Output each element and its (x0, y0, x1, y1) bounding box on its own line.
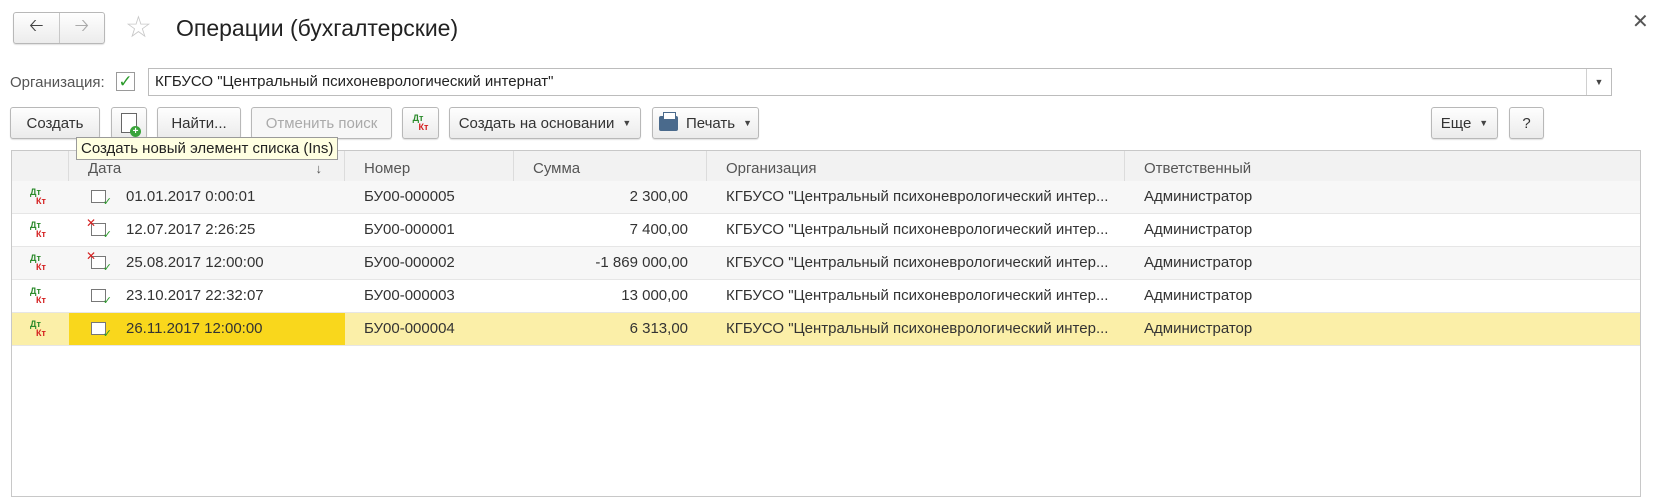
cell-responsible: Администратор (1144, 287, 1253, 304)
more-label: Еще (1440, 114, 1472, 132)
navigation-buttons: 🡠 🡢 (13, 12, 105, 44)
back-button[interactable]: 🡠 (14, 13, 59, 43)
create-based-on-button[interactable]: Создать на основании ▼ (449, 107, 641, 139)
printer-icon (658, 111, 678, 131)
cell-organization: КГБУСО "Центральный психоневрологический… (726, 221, 1109, 238)
org-filter-checkbox[interactable]: ✓ (116, 72, 135, 91)
cell-date: 25.08.2017 12:00:00 (126, 254, 264, 271)
create-button[interactable]: Создать (10, 107, 100, 139)
cell-organization: КГБУСО "Центральный психоневрологический… (726, 254, 1109, 271)
print-label: Печать (685, 114, 736, 132)
table-row[interactable]: Дт Кт ✓ 23.10.2017 22:32:07 БУ00-000003 1… (12, 280, 1640, 313)
dt-kt-icon: Дт Кт (30, 286, 46, 305)
document-posted-icon: ✓ (91, 289, 112, 307)
table-row[interactable]: Дт Кт ✕ ✓ 25.08.2017 12:00:00 БУ00-000002 … (12, 247, 1640, 280)
cell-number: БУ00-000004 (364, 320, 455, 337)
cell-number: БУ00-000003 (364, 287, 455, 304)
cell-organization: КГБУСО "Центральный психоневрологический… (726, 320, 1109, 337)
cell-organization: КГБУСО "Центральный психоневрологический… (726, 188, 1109, 205)
chevron-down-icon: ▼ (1594, 77, 1604, 87)
cell-number: БУ00-000001 (364, 221, 455, 238)
dt-kt-icon: Дт Кт (412, 113, 429, 132)
cell-date: 26.11.2017 12:00:00 (126, 320, 263, 337)
dt-kt-icon: Дт Кт (30, 253, 46, 272)
cancel-search-label: Отменить поиск (265, 114, 378, 132)
cell-responsible: Администратор (1144, 254, 1253, 271)
dt-kt-icon: Дт Кт (30, 319, 46, 338)
chevron-down-icon: ▼ (622, 118, 632, 128)
arrow-right-icon: 🡢 (74, 15, 90, 35)
document-posted-icon: ✓ (91, 322, 112, 340)
cell-sum: 6 313,00 (629, 320, 688, 337)
cell-sum: 13 000,00 (621, 287, 688, 304)
cell-date: 23.10.2017 22:32:07 (126, 287, 264, 304)
dt-kt-icon: Дт Кт (30, 187, 46, 206)
create-new-icon-button[interactable]: + (111, 107, 147, 139)
document-deleted-icon: ✕ ✓ (86, 216, 112, 241)
tooltip: Создать новый элемент списка (Ins) (76, 137, 339, 160)
find-button[interactable]: Найти... (157, 107, 241, 139)
org-value: КГБУСО "Центральный психоневрологический… (155, 73, 554, 90)
forward-button[interactable]: 🡢 (58, 13, 105, 43)
cell-organization: КГБУСО "Центральный психоневрологический… (726, 287, 1109, 304)
table-row-selected[interactable]: Дт Кт ✓ 26.11.2017 12:00:00 БУ00-000004 6… (12, 313, 1640, 346)
document-deleted-icon: ✕ ✓ (86, 249, 112, 274)
help-icon: ? (1522, 114, 1531, 132)
cell-responsible: Администратор (1144, 188, 1253, 205)
print-button[interactable]: Печать ▼ (652, 107, 759, 139)
cell-sum: 7 400,00 (629, 221, 688, 238)
dt-kt-icon: Дт Кт (30, 220, 46, 239)
close-icon[interactable]: ✕ (1632, 12, 1649, 32)
find-button-label: Найти... (171, 114, 227, 132)
cell-responsible: Администратор (1144, 320, 1253, 337)
document-posted-icon: ✓ (91, 190, 112, 208)
operations-table[interactable]: Дата ↓ Номер Сумма Организация Ответствен… (11, 150, 1641, 497)
arrow-left-icon: 🡠 (28, 15, 44, 35)
create-button-label: Создать (26, 114, 84, 132)
cell-number: БУ00-000005 (364, 188, 455, 205)
table-row[interactable]: Дт Кт ✕ ✓ 12.07.2017 2:26:25 БУ00-000001 7… (12, 214, 1640, 247)
document-add-icon: + (121, 113, 141, 137)
cancel-search-button[interactable]: Отменить поиск (251, 107, 392, 139)
table-row[interactable]: Дт Кт ✓ 01.01.2017 0:00:01 БУ00-000005 2 … (12, 181, 1640, 214)
create-based-label: Создать на основании (458, 114, 615, 132)
chevron-down-icon: ▼ (1479, 118, 1489, 128)
cell-responsible: Администратор (1144, 221, 1253, 238)
cell-number: БУ00-000002 (364, 254, 455, 271)
dt-kt-button[interactable]: Дт Кт (402, 107, 439, 139)
chevron-down-icon: ▼ (743, 118, 753, 128)
dropdown-button[interactable]: ▼ (1586, 69, 1611, 95)
cell-date: 01.01.2017 0:00:01 (126, 188, 256, 205)
cell-sum: -1 869 000,00 (595, 254, 688, 271)
org-label: Организация: (10, 74, 105, 91)
cell-date: 12.07.2017 2:26:25 (126, 221, 256, 238)
page-title: Операции (бухгалтерские) (176, 15, 459, 41)
more-button[interactable]: Еще ▼ (1431, 107, 1498, 139)
help-button[interactable]: ? (1509, 107, 1544, 139)
cell-sum: 2 300,00 (629, 188, 688, 205)
org-field[interactable]: КГБУСО "Центральный психоневрологический… (148, 68, 1612, 96)
star-icon[interactable]: ☆ (125, 11, 152, 45)
